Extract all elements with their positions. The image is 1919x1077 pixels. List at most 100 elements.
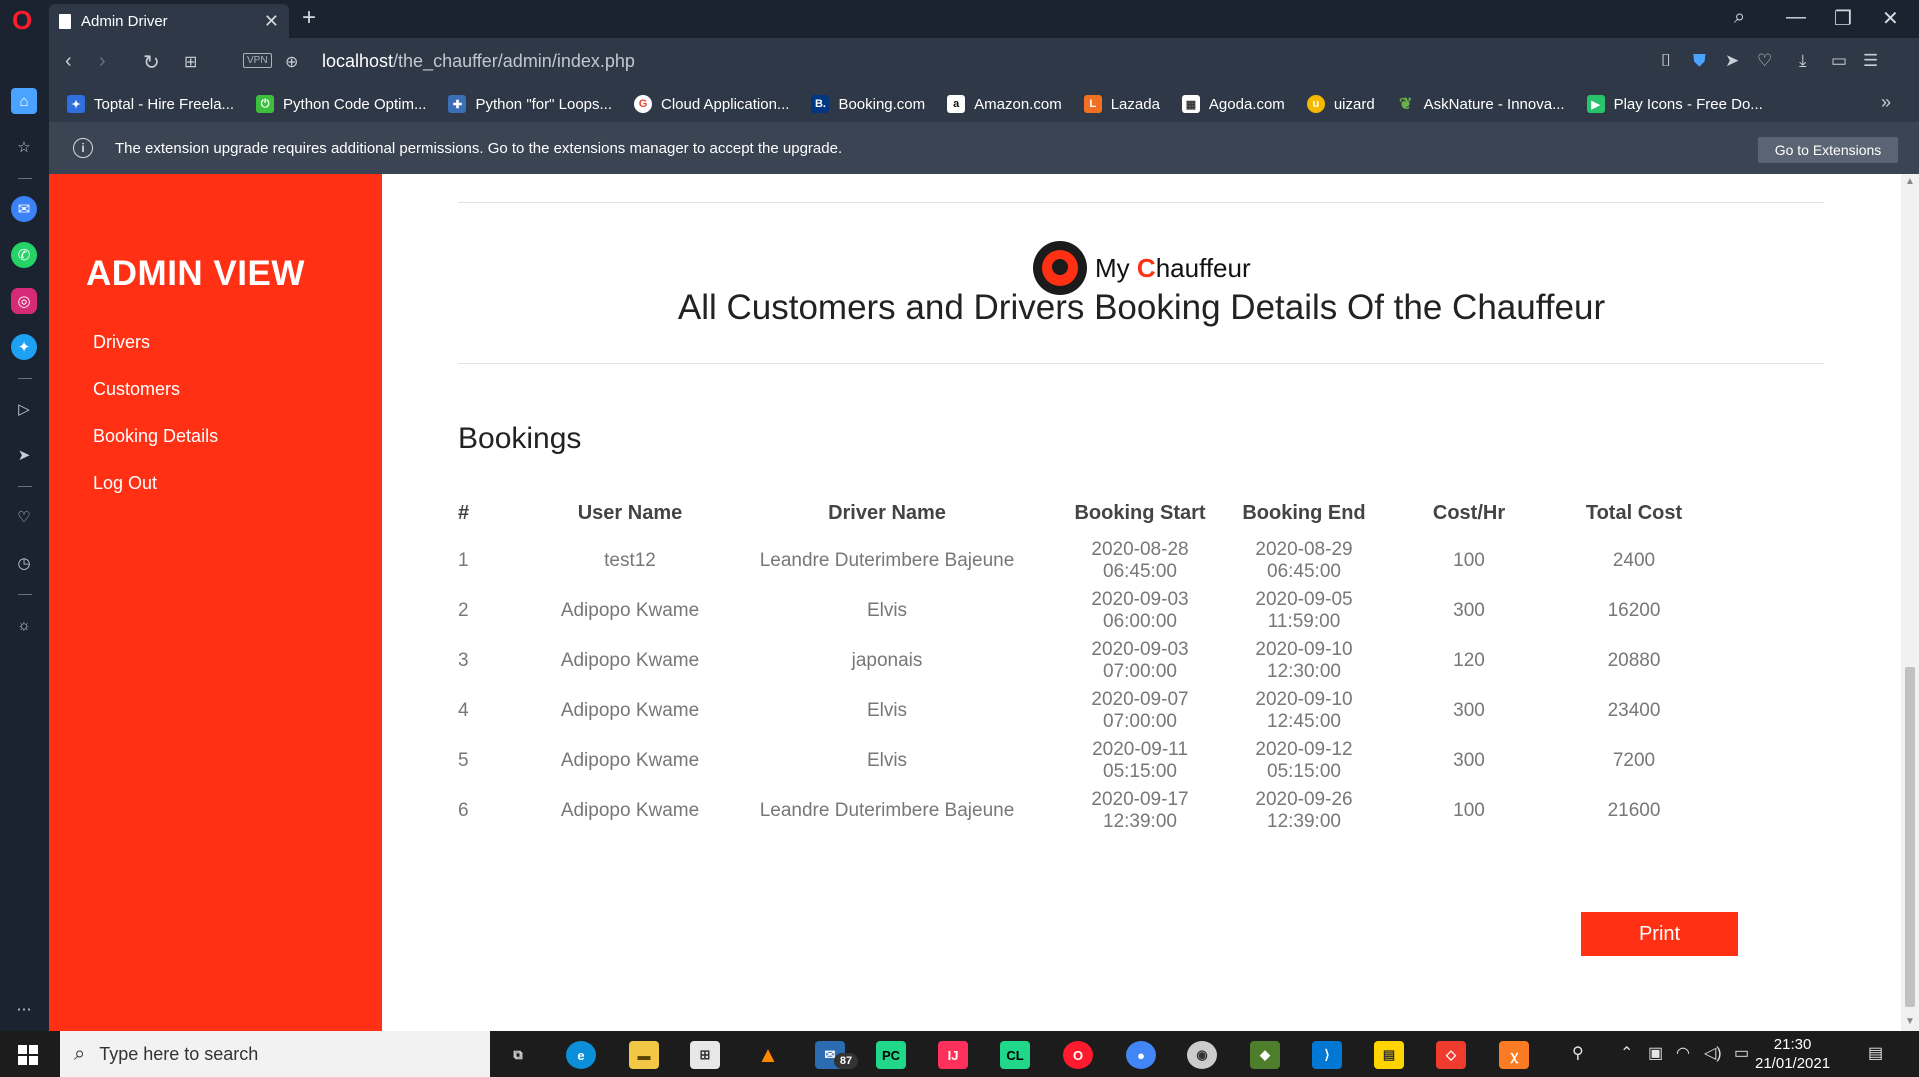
column-header-booking-start: Booking Start (1074, 501, 1206, 524)
volume-icon[interactable]: ◁) (1704, 1043, 1722, 1063)
maximize-icon[interactable]: ❐ (1834, 6, 1852, 31)
bookmark-python-for-loops[interactable]: ✚ Python "for" Loops... (448, 95, 612, 113)
table-row: 4 Adipopo Kwame Elvis 2020-09-07 07:00:00… (458, 686, 1724, 736)
instagram-icon[interactable]: ◎ (11, 288, 37, 314)
vlc-icon[interactable]: ▲ (753, 1041, 783, 1069)
column-header-number: # (458, 501, 470, 524)
nav-log-out[interactable]: Log Out (93, 473, 218, 520)
system-clock[interactable]: 21:30 21/01/2021 (1755, 1035, 1830, 1073)
forward-icon[interactable]: › (99, 50, 106, 73)
pycharm-icon[interactable]: PC (876, 1041, 906, 1069)
battery-icon[interactable]: ▭ (1734, 1043, 1749, 1063)
easy-setup-icon[interactable]: ☰ (1863, 51, 1878, 71)
print-button[interactable]: Print (1581, 912, 1738, 956)
notifications-icon[interactable]: ▤ (1868, 1043, 1883, 1063)
store-icon[interactable]: ⊞ (690, 1041, 720, 1069)
bookmark-booking[interactable]: B. Booking.com (811, 95, 925, 113)
python-icon: ✚ (448, 95, 467, 113)
cell-booking-end: 2020-08-29 06:45:00 (1255, 539, 1353, 582)
scroll-down-icon[interactable]: ▼ (1905, 1016, 1915, 1027)
heart-icon[interactable]: ♡ (11, 504, 37, 530)
show-hidden-icons-icon[interactable]: ⌃ (1620, 1043, 1633, 1063)
disc-icon[interactable]: ◉ (1187, 1041, 1217, 1069)
reload-icon[interactable]: ↻ (143, 50, 160, 75)
speed-dial-icon[interactable]: ☆ (11, 134, 37, 160)
nav-customers[interactable]: Customers (93, 379, 218, 426)
history-icon[interactable]: ◷ (11, 550, 37, 576)
send-icon[interactable]: ➤ (11, 442, 37, 468)
shield-icon[interactable]: ⛊ (1693, 51, 1706, 71)
send-icon[interactable]: ➤ (1725, 51, 1739, 71)
cell-cost-hr: 300 (1453, 750, 1485, 771)
cell-driver-name: Elvis (866, 700, 908, 721)
search-tabs-icon[interactable]: ⌕ (1734, 6, 1745, 29)
nav-drivers[interactable]: Drivers (93, 332, 218, 379)
sidebar-divider (18, 378, 32, 379)
cell-total-cost: 2400 (1612, 550, 1656, 571)
taskbar-search[interactable]: ⌕ Type here to search (60, 1031, 490, 1077)
vscode-icon[interactable]: ⟩ (1312, 1041, 1342, 1069)
bookmark-play-icons[interactable]: ▶ Play Icons - Free Do... (1586, 95, 1763, 113)
nav-booking-details[interactable]: Booking Details (93, 426, 218, 473)
twitter-icon[interactable]: ✦ (11, 334, 37, 360)
bookmark-lazada[interactable]: L Lazada (1083, 95, 1160, 113)
table-row: 3 Adipopo Kwame japonais 2020-09-03 07:00… (458, 636, 1724, 686)
download-icon[interactable]: ⤓ (1799, 51, 1807, 71)
more-bookmarks-icon[interactable]: » (1881, 92, 1891, 113)
cell-cost-hr: 300 (1453, 600, 1485, 621)
page-title: All Customers and Drivers Booking Detail… (677, 288, 1606, 327)
bookmark-asknature[interactable]: ❦ AskNature - Innova... (1397, 95, 1565, 114)
bookmark-cloud-application[interactable]: G Cloud Application... (634, 95, 789, 113)
more-options-icon[interactable]: ⋯ (11, 996, 37, 1022)
sidebar-divider (18, 486, 32, 487)
sticky-notes-icon[interactable]: ▤ (1374, 1041, 1404, 1069)
bookmark-python-code[interactable]: ⏻ Python Code Optim... (256, 95, 426, 113)
people-icon[interactable]: ⚲ (1572, 1043, 1584, 1063)
tab-grid-icon[interactable]: ⊞ (184, 52, 197, 72)
new-tab-icon[interactable]: + (302, 4, 316, 32)
clion-icon[interactable]: CL (1000, 1041, 1030, 1069)
amazon-icon: a (947, 95, 966, 113)
xampp-icon[interactable]: ꭓ (1499, 1041, 1529, 1069)
snapshot-icon[interactable]: ⌷ (1661, 51, 1671, 71)
bookmark-uizard[interactable]: u uizard (1306, 95, 1375, 113)
go-to-extensions-button[interactable]: Go to Extensions (1758, 137, 1898, 163)
bookmark-amazon[interactable]: a Amazon.com (947, 95, 1062, 113)
messenger-icon[interactable]: ✉ (11, 196, 37, 222)
git-gui-icon[interactable]: ◆ (1250, 1041, 1280, 1069)
lightbulb-icon[interactable]: ☼ (11, 612, 37, 638)
meet-now-icon[interactable]: ▣ (1648, 1043, 1663, 1063)
wifi-icon[interactable]: ◠ (1676, 1043, 1690, 1063)
vpn-badge[interactable]: VPN (243, 53, 272, 68)
close-window-icon[interactable]: ✕ (1882, 6, 1899, 31)
minimize-icon[interactable]: — (1786, 6, 1806, 29)
uizard-icon: u (1306, 95, 1325, 113)
opera-icon[interactable]: O (1063, 1041, 1093, 1069)
heart-icon[interactable]: ♡ (1757, 51, 1772, 71)
whatsapp-icon[interactable]: ✆ (11, 242, 37, 268)
page-scrollbar[interactable]: ▲ ▼ (1901, 174, 1919, 1031)
scroll-up-icon[interactable]: ▲ (1905, 176, 1915, 187)
home-icon[interactable]: ⌂ (11, 88, 37, 114)
cell-driver-name: Elvis (866, 750, 908, 771)
edge-icon[interactable]: e (566, 1041, 596, 1069)
cell-total-cost: 20880 (1607, 650, 1661, 671)
intellij-icon[interactable]: IJ (938, 1041, 968, 1069)
scroll-thumb[interactable] (1905, 667, 1915, 1007)
player-icon[interactable]: ▷ (11, 396, 37, 422)
close-tab-icon[interactable]: ✕ (264, 11, 279, 32)
bookmark-agoda[interactable]: ▦ Agoda.com (1181, 95, 1285, 113)
info-icon: i (73, 138, 93, 158)
chrome-icon[interactable]: ● (1126, 1041, 1156, 1069)
cell-driver-name: Elvis (866, 600, 908, 621)
back-icon[interactable]: ‹ (65, 50, 72, 73)
sourcetree-icon[interactable]: ◇ (1436, 1041, 1466, 1069)
bookmark-toptal[interactable]: ✦ Toptal - Hire Freela... (67, 95, 234, 113)
tab-admin-driver[interactable]: Admin Driver ✕ (49, 4, 289, 38)
url-field[interactable]: localhost/the_chauffer/admin/index.php (322, 51, 635, 72)
file-explorer-icon[interactable]: ▬ (629, 1041, 659, 1069)
windows-start-icon[interactable] (18, 1045, 38, 1065)
battery-saver-icon[interactable]: ▭ (1831, 51, 1847, 71)
task-view-icon[interactable]: ⧉ (503, 1041, 533, 1069)
opera-logo-icon[interactable]: O (12, 7, 36, 33)
